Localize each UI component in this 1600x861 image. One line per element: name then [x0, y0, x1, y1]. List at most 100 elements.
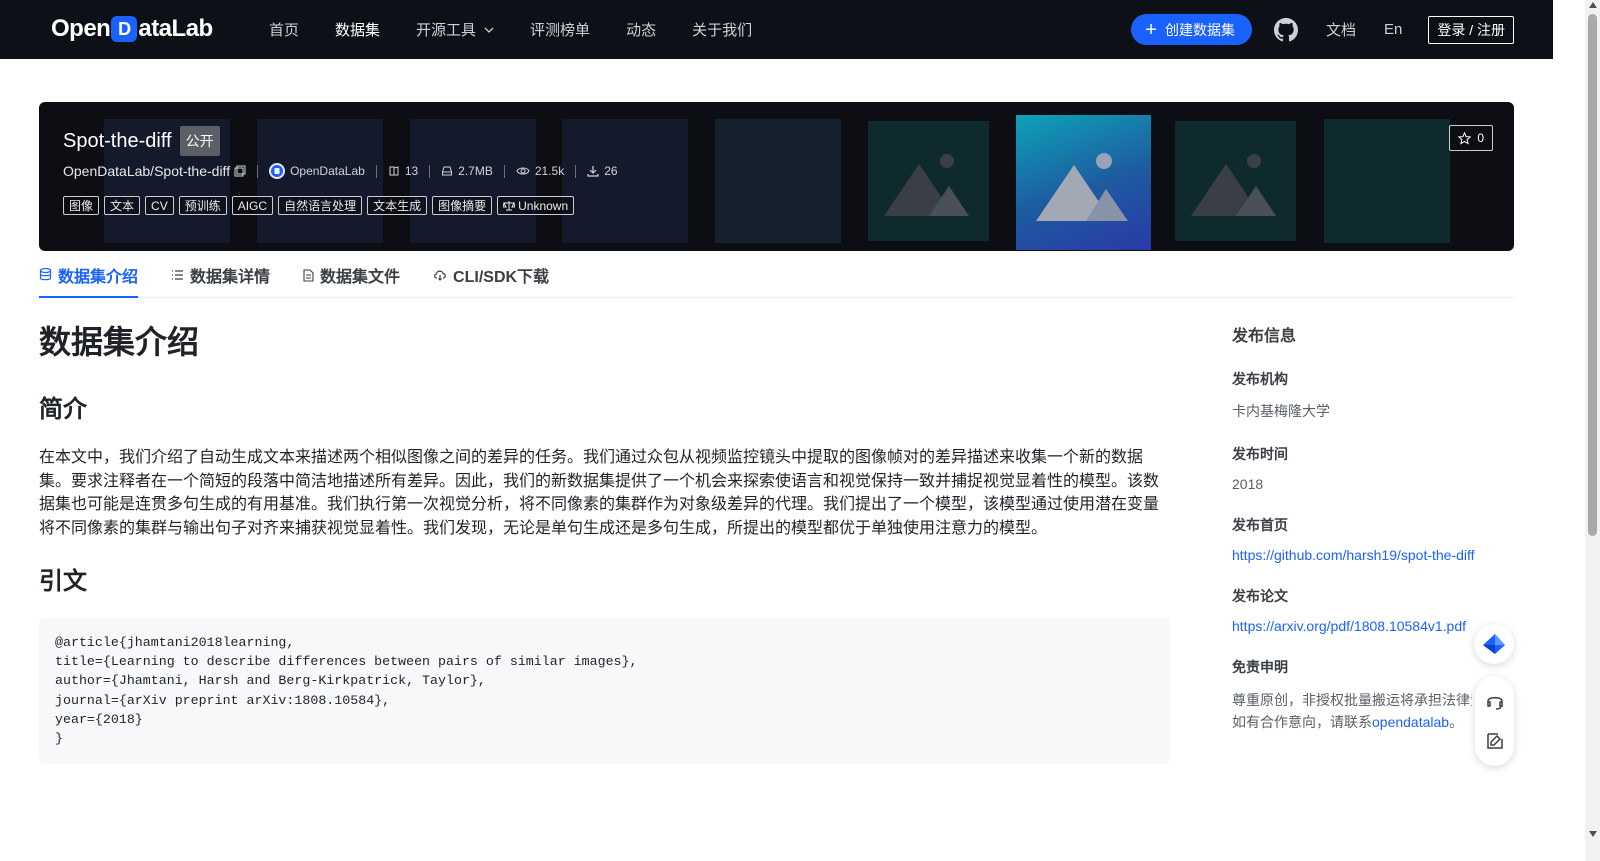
feedback-edit-icon[interactable]: [1485, 731, 1505, 751]
opendatalab-logo[interactable]: Open D ataLab: [51, 14, 213, 44]
tab-introduction-label: 数据集介绍: [58, 268, 139, 286]
view-count-value: 21.5k: [534, 164, 565, 178]
paper-plane-icon: [1483, 634, 1505, 654]
copy-icon[interactable]: [234, 165, 246, 177]
image-placeholder-icon: [883, 154, 969, 216]
top-navbar: Open D ataLab 首页 数据集 开源工具 评测榜单 动态 关于我们 +…: [0, 0, 1553, 59]
nav-opensource-tools-label: 开源工具: [416, 22, 477, 39]
publisher[interactable]: OpenDataLab: [269, 163, 365, 179]
visibility-badge: 公开: [179, 126, 220, 156]
dataset-meta-row: OpenDataLab/Spot-the-diff OpenDataLab 13…: [63, 163, 618, 179]
intro-heading: 简介: [39, 396, 87, 423]
nav-docs[interactable]: 文档: [1326, 19, 1356, 40]
nav-news[interactable]: 动态: [626, 19, 656, 40]
thumbnail-tile: [257, 119, 383, 243]
disclaimer-text: 尊重原创，非授权批量搬运将承担法律责任。 如有合作意向，请联系opendatal…: [1232, 689, 1472, 733]
download-count-value: 26: [604, 164, 618, 178]
tab-cli-sdk-label: CLI/SDK下载: [453, 269, 550, 286]
logo-text-open: Open: [51, 15, 111, 42]
tab-files[interactable]: 数据集文件: [303, 253, 400, 297]
divider: [429, 164, 431, 178]
create-dataset-button[interactable]: + 创建数据集: [1131, 14, 1252, 45]
opendatalab-avatar-icon: [269, 163, 286, 179]
disclaimer-line-1: 尊重原创，非授权批量搬运将承担法律责任。: [1232, 692, 1472, 708]
dataset-title-row: Spot-the-diff 公开: [63, 126, 220, 156]
time-value: 2018: [1232, 476, 1264, 492]
divider: [575, 164, 577, 178]
assistant-float-button[interactable]: [1474, 624, 1514, 664]
star-count: 0: [1477, 131, 1484, 145]
divider: [257, 164, 259, 178]
tag-pretraining[interactable]: 预训练: [178, 196, 227, 215]
nav-about[interactable]: 关于我们: [692, 19, 752, 40]
file-count-value: 13: [404, 164, 419, 178]
thumbnail-tile: [868, 121, 989, 241]
tag-aigc[interactable]: AIGC: [231, 196, 274, 215]
release-info-panel: 发布信息 发布机构 卡内基梅隆大学 发布时间 2018 发布首页 https:/…: [1232, 322, 1532, 733]
release-info-title: 发布信息: [1232, 328, 1297, 345]
star-icon: [1458, 131, 1472, 145]
create-dataset-label: 创建数据集: [1164, 21, 1235, 38]
image-placeholder-icon: [1190, 154, 1276, 216]
disclaimer-line-2-text: 如有合作意向，请联系: [1232, 714, 1372, 730]
citation-heading: 引文: [39, 567, 87, 595]
plus-icon: +: [1145, 18, 1157, 41]
logo-text-atalab: ataLab: [138, 15, 213, 42]
scale-icon: [503, 201, 516, 211]
tag-text[interactable]: 文本: [104, 196, 141, 215]
page-title: 数据集介绍: [39, 324, 200, 360]
repo-path: OpenDataLab/Spot-the-diff: [63, 163, 231, 179]
view-count: 21.5k: [516, 164, 564, 178]
image-placeholder-icon: [1035, 152, 1128, 221]
main-nav: 首页 数据集 开源工具 评测榜单 动态 关于我们: [269, 0, 788, 59]
license-tag[interactable]: Unknown: [497, 196, 575, 215]
dataset-size: 2.7MB: [441, 164, 493, 178]
nav-opensource-tools[interactable]: 开源工具: [416, 19, 494, 40]
divider: [375, 164, 377, 178]
homepage-link[interactable]: https://github.com/harsh19/spot-the-diff: [1232, 547, 1532, 563]
tab-details[interactable]: 数据集详情: [171, 253, 270, 297]
citation-code-block: @article{jhamtani2018learning, title={Le…: [39, 617, 1170, 764]
database-icon: [39, 268, 52, 281]
tab-details-label: 数据集详情: [190, 269, 271, 286]
contact-link[interactable]: opendatalab: [1372, 714, 1449, 730]
dataset-size-value: 2.7MB: [458, 164, 493, 178]
time-label: 发布时间: [1232, 446, 1288, 462]
dataset-banner: Spot-the-diff 公开 OpenDataLab/Spot-the-di…: [39, 102, 1514, 251]
thumbnail-tile-active[interactable]: [1016, 115, 1151, 250]
nav-leaderboard[interactable]: 评测榜单: [530, 19, 590, 40]
page-scrollbar[interactable]: [1585, 0, 1600, 861]
tag-text-generation[interactable]: 文本生成: [367, 196, 428, 215]
scroll-down-arrow-icon[interactable]: [1589, 831, 1597, 837]
intro-paragraph: 在本文中，我们介绍了自动生成文本来描述两个相似图像之间的差异的任务。我们通过众包…: [39, 449, 1160, 538]
tag-image-summary[interactable]: 图像摘要: [432, 196, 493, 215]
tab-cli-sdk[interactable]: CLI/SDK下载: [433, 253, 549, 297]
star-button[interactable]: 0: [1449, 125, 1493, 151]
dataset-tabs: 数据集介绍 数据集详情 数据集文件 CLI/SDK下载: [39, 253, 1514, 298]
nav-actions: + 创建数据集 文档 En 登录 / 注册: [1131, 0, 1514, 59]
floating-toolbar: [1475, 676, 1514, 766]
nav-datasets[interactable]: 数据集: [335, 19, 380, 40]
language-switch[interactable]: En: [1384, 21, 1402, 38]
tab-files-label: 数据集文件: [320, 269, 401, 286]
chevron-down-icon: [484, 27, 494, 33]
scroll-up-arrow-icon[interactable]: [1589, 2, 1597, 8]
tag-image[interactable]: 图像: [63, 196, 100, 215]
list-icon: [172, 270, 184, 280]
publisher-name: OpenDataLab: [290, 164, 365, 178]
dataset-readme: 数据集介绍 简介 在本文中，我们介绍了自动生成文本来描述两个相似图像之间的差异的…: [39, 320, 1170, 764]
eye-icon: [516, 167, 530, 175]
login-register-button[interactable]: 登录 / 注册: [1428, 15, 1514, 44]
download-count: 26: [587, 164, 618, 178]
tag-cv[interactable]: CV: [145, 196, 174, 215]
storage-icon: [442, 166, 453, 176]
logo-d-mark: D: [111, 16, 138, 42]
divider: [503, 164, 505, 178]
download-icon: [587, 166, 599, 177]
scrollbar-thumb[interactable]: [1588, 14, 1597, 536]
nav-home[interactable]: 首页: [269, 19, 299, 40]
headset-support-icon[interactable]: [1485, 692, 1505, 712]
tag-nlp[interactable]: 自然语言处理: [278, 196, 363, 215]
github-icon[interactable]: [1273, 17, 1298, 42]
tab-introduction[interactable]: 数据集介绍: [39, 253, 139, 298]
